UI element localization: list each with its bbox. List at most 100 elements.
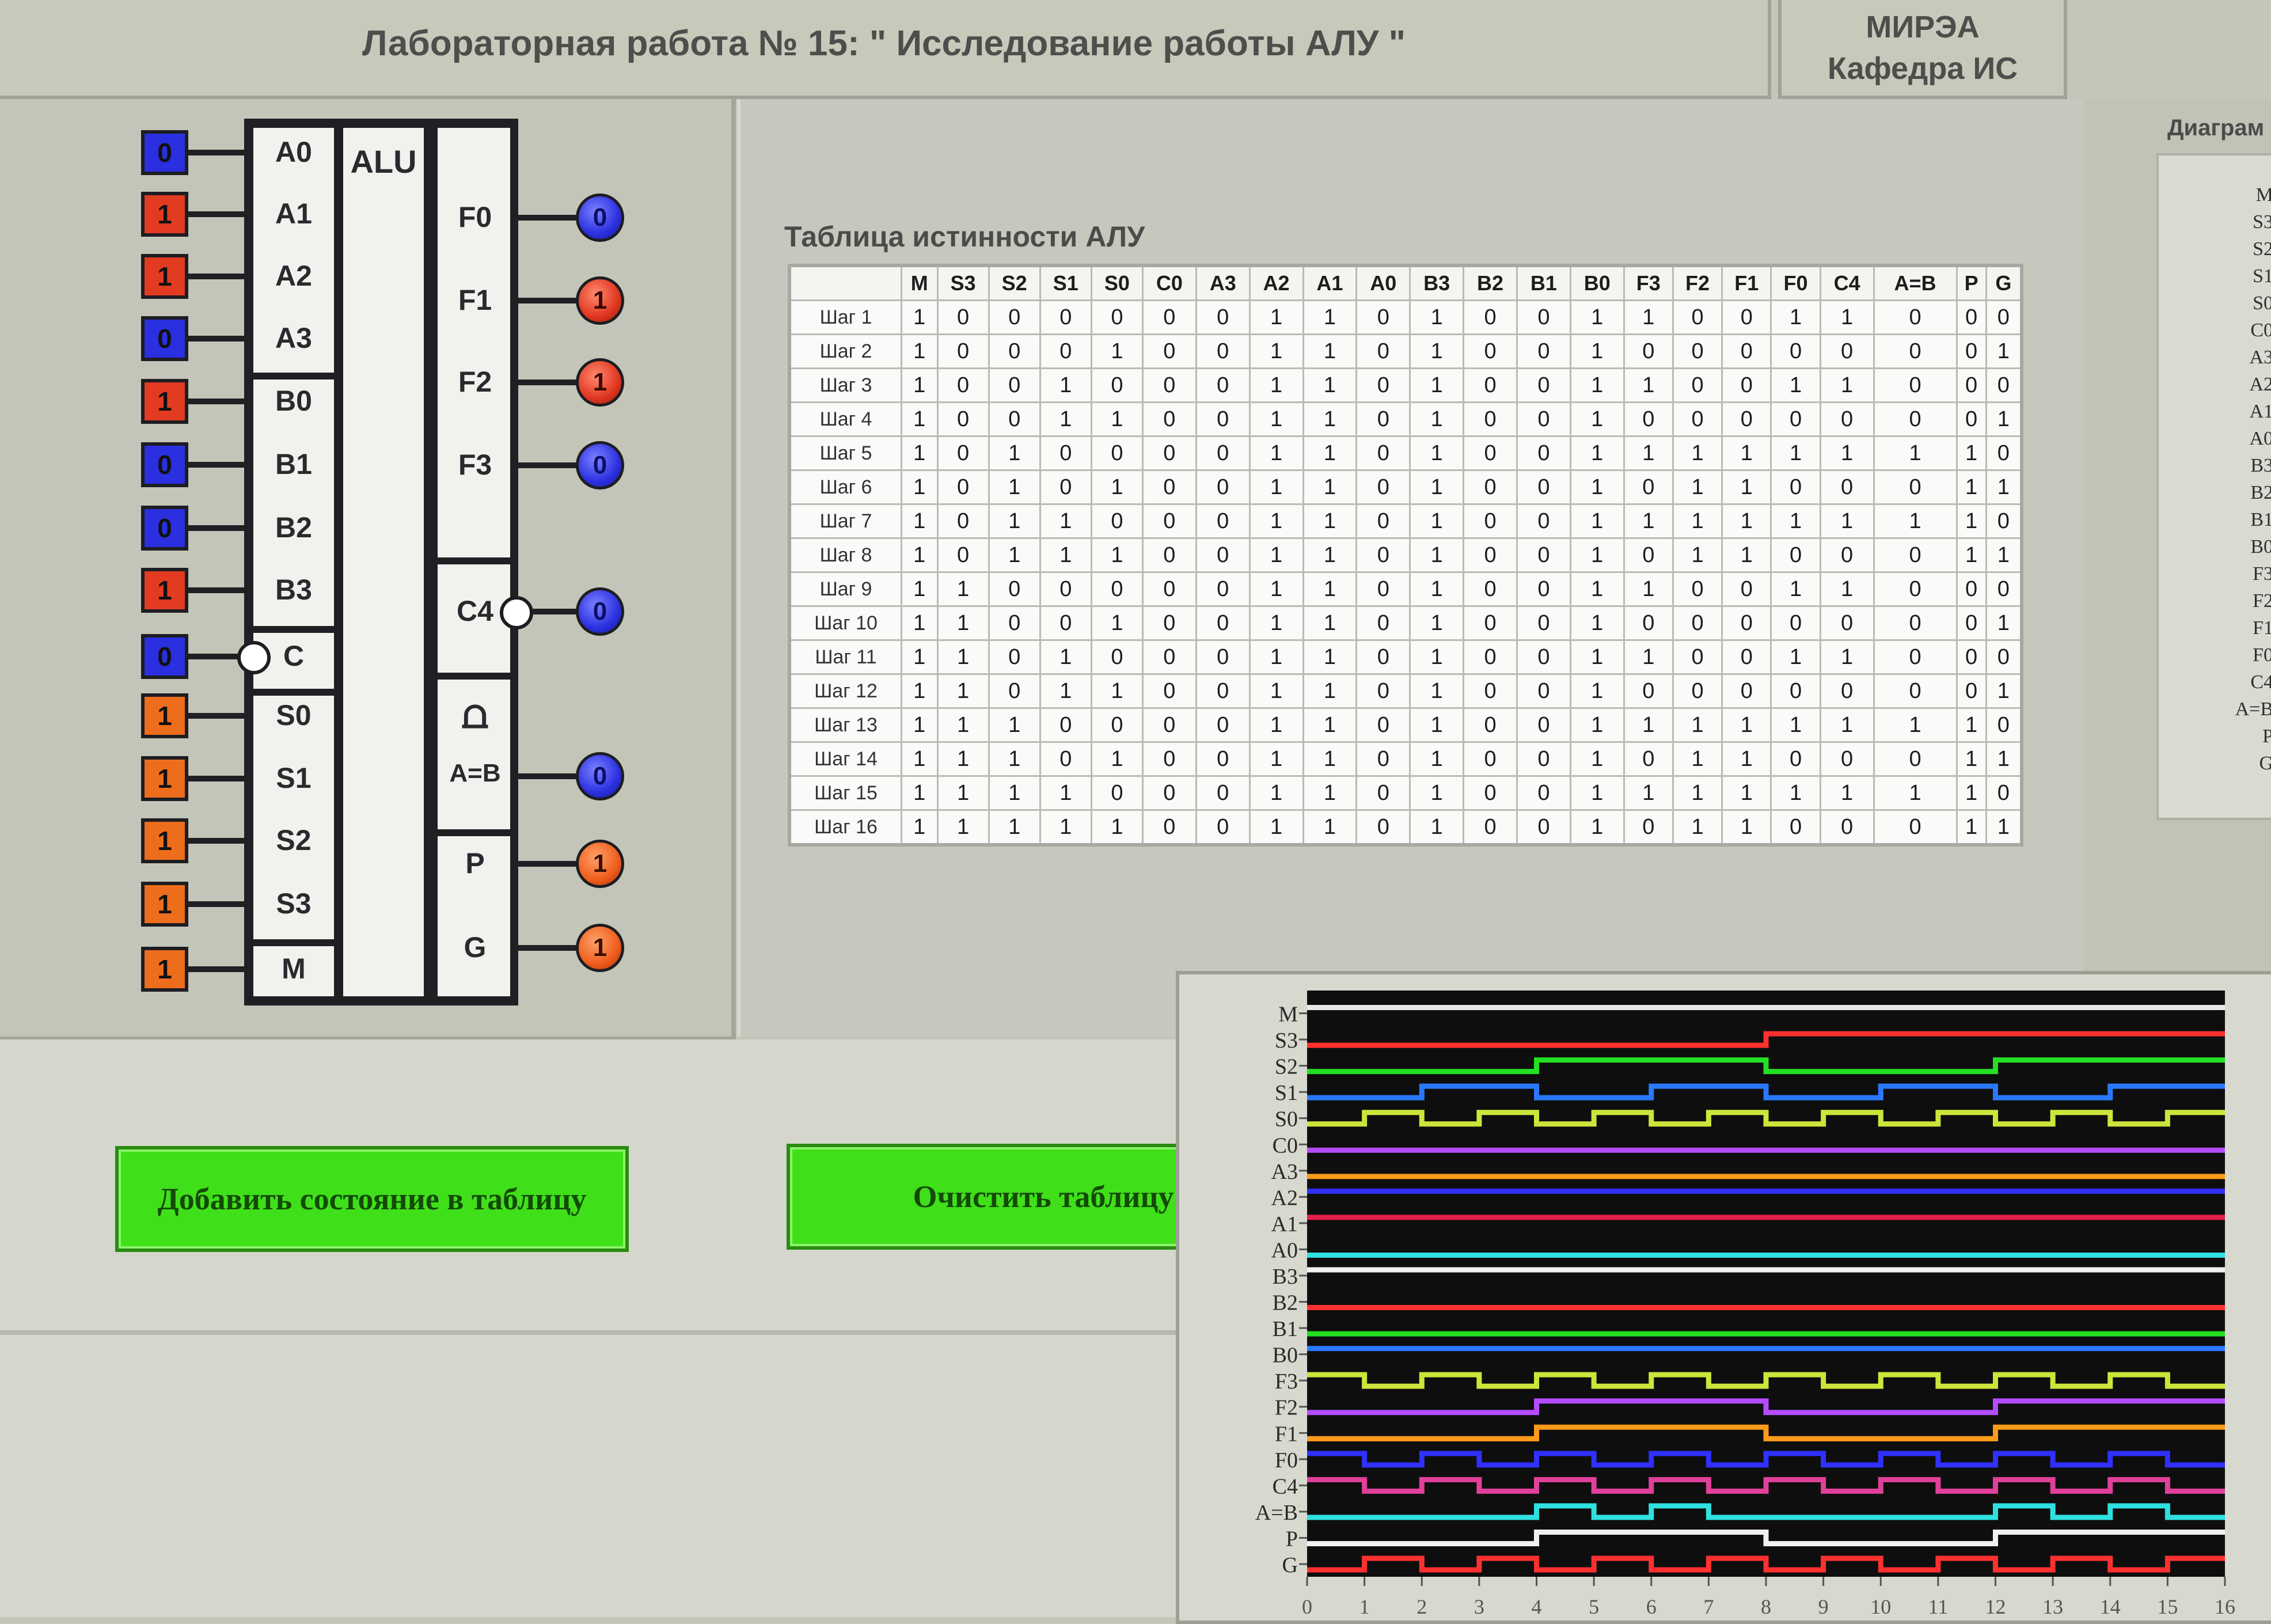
table-cell: 0	[1090, 707, 1144, 743]
input-toggle-s0[interactable]: 1	[141, 693, 188, 738]
input-toggle-s1[interactable]: 1	[141, 756, 188, 801]
table-cell: 1	[1985, 605, 2023, 641]
separator	[253, 939, 334, 946]
step-label: Шаг 8	[788, 537, 902, 573]
table-cell: 1	[1090, 741, 1144, 777]
table-cell: 1	[1955, 469, 1987, 505]
table-cell: 1	[1248, 299, 1304, 335]
table-cell: 0	[1623, 673, 1674, 709]
table-cell: 0	[1985, 503, 2023, 539]
table-cell: 0	[1873, 639, 1958, 675]
table-cell: 0	[1721, 571, 1772, 607]
table-cell: 1	[1672, 707, 1723, 743]
table-cell: 1	[1302, 571, 1358, 607]
table-cell: 1	[1302, 605, 1358, 641]
input-toggle-b3[interactable]: 1	[141, 568, 188, 613]
table-cell: 1	[1409, 605, 1465, 641]
table-cell: 1	[1569, 537, 1625, 573]
table-cell: 0	[1355, 571, 1411, 607]
wire	[187, 713, 253, 719]
step-label: Шаг 13	[788, 707, 902, 743]
input-toggle-a0[interactable]: 0	[141, 130, 188, 175]
input-toggle-m[interactable]: 1	[141, 947, 188, 992]
input-toggle-b0[interactable]: 1	[141, 379, 188, 424]
table-cell: 1	[1623, 299, 1674, 335]
alu-core-column	[343, 128, 424, 996]
signal-label: S0	[1275, 1107, 1298, 1132]
table-header-cell: F1	[1721, 264, 1772, 301]
table-cell: 1	[1248, 605, 1304, 641]
input-toggle-c[interactable]: 0	[141, 634, 188, 679]
table-cell: 0	[1195, 537, 1251, 573]
wire	[187, 966, 253, 972]
table-row: Шаг 15 1 1 1 1 0 0 0 1 1 0 1 0 0 1 1 1 1 1 1 1 1 0	[788, 775, 2023, 811]
signal-label: P	[1286, 1527, 1298, 1551]
diagram-preview-label: B1	[2250, 509, 2271, 530]
table-header-cell: A0	[1355, 264, 1411, 301]
add-state-button[interactable]: Добавить состояние в таблицу	[115, 1146, 629, 1252]
input-toggle-a1[interactable]: 1	[141, 192, 188, 237]
table-cell: 1	[1721, 469, 1772, 505]
table-row: Шаг 61010100110100101100011	[788, 469, 2023, 505]
table-cell: 0	[1721, 673, 1772, 709]
table-cell: 0	[1516, 503, 1571, 539]
inverter-bubble	[500, 596, 533, 629]
table-cell: 0	[1039, 469, 1092, 505]
table-cell: 0	[1141, 639, 1197, 675]
input-toggle-b2[interactable]: 0	[141, 506, 188, 551]
table-cell: 0	[1873, 401, 1958, 437]
table-cell: 0	[1141, 299, 1197, 335]
table-cell: 1	[1721, 537, 1772, 573]
table-cell: 0	[1672, 639, 1723, 675]
table-cell: 1	[936, 775, 990, 811]
step-label: Шаг 12	[788, 673, 902, 709]
table-cell: 0	[1516, 741, 1571, 777]
input-toggle-a3[interactable]: 0	[141, 316, 188, 361]
table-cell: 1	[1819, 367, 1875, 403]
table-cell: 1	[1770, 367, 1821, 403]
diagram-preview-label: B2	[2250, 482, 2271, 503]
table-header-cell: P	[1955, 264, 1987, 301]
table-cell: 0	[1355, 809, 1411, 846]
table-cell: 1	[1985, 809, 2023, 846]
table-cell: 0	[1355, 707, 1411, 743]
table-cell: 0	[1355, 367, 1411, 403]
input-toggle-a2[interactable]: 1	[141, 254, 188, 299]
table-cell: 0	[1516, 605, 1571, 641]
table-header-cell: F3	[1623, 264, 1674, 301]
table-cell: 0	[1516, 537, 1571, 573]
alu-input-label-s2: S2	[276, 824, 312, 856]
table-header-row: M S3 S2 S1 S0 C0 A3 A2 A1 A0 B3 B2 B1 B0 F3 F2 F1 F0 C4 A=B…	[788, 264, 2023, 301]
table-cell: 0	[1516, 639, 1571, 675]
table-cell: 0	[1516, 775, 1571, 811]
table-cell: 1	[1770, 503, 1821, 539]
input-toggle-s2[interactable]: 1	[141, 818, 188, 863]
department-name: Кафедра ИС	[1827, 51, 2018, 86]
table-cell: 0	[1141, 809, 1197, 846]
table-cell: 0	[1623, 537, 1674, 573]
table-cell: 0	[1195, 435, 1251, 471]
table-cell: 1	[1039, 537, 1092, 573]
step-label: Шаг 9	[788, 571, 902, 607]
table-cell: 1	[988, 809, 1041, 846]
table-cell: 0	[1770, 469, 1821, 505]
table-cell: 1	[901, 775, 939, 811]
wire	[518, 945, 579, 951]
table-cell: 0	[988, 605, 1041, 641]
table-cell: 1	[1409, 435, 1465, 471]
table-cell: 1	[901, 503, 939, 539]
table-cell: 0	[1985, 299, 2023, 335]
table-cell: 0	[1873, 571, 1958, 607]
diagram-preview-label: A=B	[2235, 699, 2271, 720]
signal-label: F0	[1275, 1448, 1298, 1473]
table-cell: 1	[1985, 537, 2023, 573]
input-toggle-b1[interactable]: 0	[141, 442, 188, 487]
table-header-cell: A1	[1302, 264, 1358, 301]
step-label: Шаг 11	[788, 639, 902, 675]
x-tick-label: 14	[2100, 1595, 2121, 1618]
alu-output-label-f0: F0	[458, 201, 492, 233]
table-cell: 1	[1569, 401, 1625, 437]
table-cell: 1	[1409, 571, 1465, 607]
input-toggle-s3[interactable]: 1	[141, 882, 188, 927]
table-cell: 1	[1302, 333, 1358, 369]
